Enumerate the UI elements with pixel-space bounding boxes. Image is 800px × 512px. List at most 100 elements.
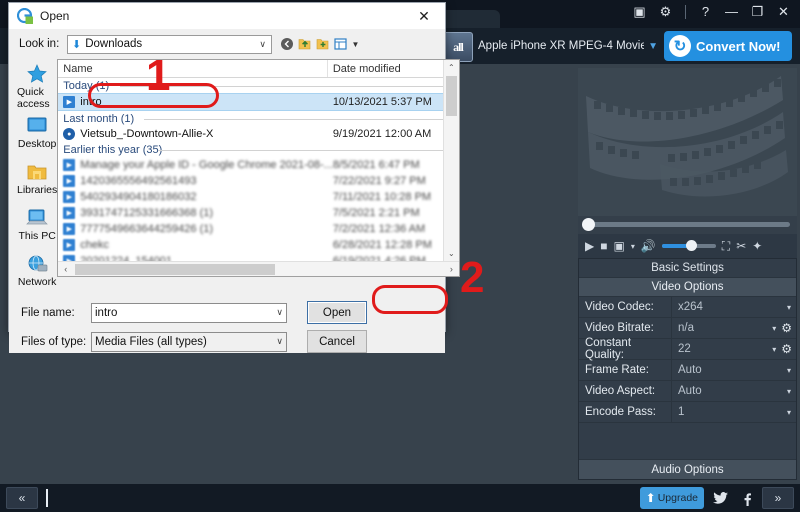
chevron-down-icon[interactable]: ▾ bbox=[772, 345, 781, 354]
snapshot-dropdown-icon[interactable]: ▾ bbox=[631, 242, 635, 251]
setting-row-video-codec[interactable]: Video Codec: x264 ▾ bbox=[579, 297, 796, 318]
screen-icon[interactable]: ▣ bbox=[631, 3, 648, 20]
dialog-close-button[interactable]: ✕ bbox=[407, 4, 441, 28]
volume-icon[interactable]: 🔊 bbox=[641, 239, 656, 253]
twitter-icon[interactable] bbox=[710, 488, 730, 508]
maximize-icon[interactable]: ❐ bbox=[749, 3, 766, 20]
scrollbar-thumb[interactable] bbox=[75, 263, 276, 275]
setting-row-video-aspect[interactable]: Video Aspect: Auto ▾ bbox=[579, 381, 796, 402]
setting-value[interactable]: Auto ▾ bbox=[671, 360, 796, 380]
play-icon[interactable]: ▶ bbox=[585, 239, 594, 253]
scroll-up-icon[interactable]: ⌃ bbox=[444, 60, 459, 75]
chevron-down-icon[interactable]: ∨ bbox=[276, 336, 283, 347]
table-row[interactable]: ● Vietsub_-Downtown-Allie-X 9/19/2021 12… bbox=[58, 126, 459, 142]
new-folder-icon[interactable] bbox=[315, 37, 330, 52]
cut-icon[interactable]: ✂ bbox=[736, 239, 746, 253]
file-name-label: File name: bbox=[21, 306, 75, 319]
seek-track[interactable] bbox=[590, 222, 790, 227]
setting-value[interactable]: n/a ▾ ⚙ bbox=[671, 318, 796, 338]
file-type-value: Media Files (all types) bbox=[95, 335, 207, 348]
scroll-down-icon[interactable]: ⌄ bbox=[444, 246, 459, 261]
table-row[interactable]: ▶ intro 10/13/2021 5:37 PM bbox=[58, 93, 459, 111]
table-row[interactable]: ▶ chekc 6/28/2021 12:28 PM bbox=[58, 237, 459, 253]
column-header-name[interactable]: Name bbox=[58, 60, 328, 77]
file-group-header[interactable]: Earlier this year (35) bbox=[58, 142, 459, 157]
gear-icon[interactable]: ⚙ bbox=[781, 342, 796, 356]
chevron-down-icon[interactable]: ▾ bbox=[787, 303, 796, 312]
setting-row-video-bitrate[interactable]: Video Bitrate: n/a ▾ ⚙ bbox=[579, 318, 796, 339]
up-one-level-icon[interactable] bbox=[297, 37, 312, 52]
table-row[interactable]: ▶ 5402934904180186032 7/11/2021 10:28 PM bbox=[58, 189, 459, 205]
table-row[interactable]: ▶ 1420365556492561493 7/22/2021 9:27 PM bbox=[58, 173, 459, 189]
scroll-left-icon[interactable]: ‹ bbox=[58, 264, 73, 274]
setting-value[interactable]: 1 ▾ bbox=[671, 402, 796, 422]
chevron-down-icon[interactable]: ▾ bbox=[772, 324, 781, 333]
chevron-down-icon[interactable]: ▾ bbox=[787, 387, 796, 396]
sidebar-item-this-pc[interactable]: This PC bbox=[17, 201, 57, 247]
chevron-down-icon[interactable]: ∨ bbox=[276, 307, 283, 318]
help-icon[interactable]: ? bbox=[697, 3, 714, 20]
video-options-header[interactable]: Video Options bbox=[579, 277, 796, 297]
setting-row-encode-pass[interactable]: Encode Pass: 1 ▾ bbox=[579, 402, 796, 423]
volume-handle[interactable] bbox=[685, 240, 697, 251]
gear-icon[interactable]: ⚙ bbox=[781, 321, 796, 335]
gear-icon[interactable]: ⚙ bbox=[657, 3, 674, 20]
setting-value[interactable]: 22 ▾ ⚙ bbox=[671, 339, 796, 359]
volume-slider[interactable] bbox=[661, 240, 716, 251]
up-arrow-icon: ⬆ bbox=[645, 491, 656, 505]
scroll-right-icon[interactable]: › bbox=[444, 264, 459, 274]
file-group-header[interactable]: Last month (1) bbox=[58, 111, 459, 126]
star-icon bbox=[24, 63, 50, 85]
column-header-date[interactable]: Date modified bbox=[328, 60, 459, 77]
table-row[interactable]: ▶ 7777549663644259426 (1) 7/2/2021 12:36… bbox=[58, 221, 459, 237]
file-name-input[interactable]: intro ∨ bbox=[91, 302, 287, 323]
sidebar-item-quick-access[interactable]: Quick access bbox=[17, 63, 57, 110]
setting-value[interactable]: x264 ▾ bbox=[671, 297, 796, 317]
setting-label: Constant Quality: bbox=[585, 337, 632, 361]
table-row[interactable]: ▶ 3931747125331666368 (1) 7/5/2021 2:21 … bbox=[58, 205, 459, 221]
convert-now-button[interactable]: ↻ Convert Now! bbox=[664, 31, 792, 61]
vertical-scrollbar[interactable]: ⌃ ⌄ bbox=[442, 60, 459, 261]
snapshot-icon[interactable]: ▣ bbox=[613, 239, 624, 253]
format-profile-icon[interactable]: all bbox=[443, 32, 473, 62]
chevron-down-icon[interactable]: ▾ bbox=[787, 366, 796, 375]
desktop-icon bbox=[24, 115, 50, 137]
sidebar-item-desktop[interactable]: Desktop bbox=[17, 109, 57, 155]
file-type-dropdown[interactable]: Media Files (all types) ∨ bbox=[91, 331, 287, 352]
text-cursor bbox=[46, 489, 48, 507]
expand-button[interactable]: » bbox=[762, 487, 794, 509]
setting-value[interactable]: Auto ▾ bbox=[671, 381, 796, 401]
setting-row-frame-rate[interactable]: Frame Rate: Auto ▾ bbox=[579, 360, 796, 381]
close-icon[interactable]: ✕ bbox=[775, 3, 792, 20]
table-row[interactable]: ▶ Manage your Apple ID - Google Chrome 2… bbox=[58, 157, 459, 173]
chevron-down-icon[interactable]: ▾ bbox=[787, 408, 796, 417]
setting-row-constant-quality[interactable]: Constant Quality: 22 ▾ ⚙ bbox=[579, 337, 796, 361]
effects-icon[interactable]: ✦ bbox=[752, 239, 762, 253]
file-icon: ▶ bbox=[63, 96, 76, 108]
dialog-title: Open bbox=[40, 9, 70, 23]
scrollbar-thumb[interactable] bbox=[445, 76, 457, 116]
chevron-down-icon[interactable]: ∨ bbox=[259, 39, 269, 50]
seek-handle[interactable] bbox=[582, 218, 595, 231]
file-list[interactable]: Name Date modified Today (1) ▶ intro 10/… bbox=[57, 59, 460, 277]
horizontal-scrollbar[interactable]: ‹ › bbox=[58, 261, 459, 276]
cancel-button[interactable]: Cancel bbox=[307, 330, 367, 353]
file-group-header[interactable]: Today (1) bbox=[58, 78, 459, 93]
collapse-button[interactable]: « bbox=[6, 487, 38, 509]
output-format-dropdown[interactable]: Apple iPhone XR MPEG-4 Movie (*.m... ▼ bbox=[478, 34, 658, 58]
sidebar-item-libraries[interactable]: Libraries bbox=[17, 155, 57, 201]
star-glyph bbox=[27, 63, 47, 83]
fullscreen-icon[interactable]: ⛶ bbox=[722, 239, 730, 254]
view-mode-caret-icon[interactable]: ▼ bbox=[351, 37, 360, 52]
upgrade-button[interactable]: ⬆ Upgrade bbox=[639, 487, 704, 509]
minimize-icon[interactable]: — bbox=[723, 3, 740, 20]
sidebar-item-network[interactable]: Network bbox=[17, 247, 57, 293]
look-in-dropdown[interactable]: ⬇ Downloads ∨ bbox=[67, 34, 272, 54]
seek-bar-row[interactable] bbox=[578, 216, 797, 234]
view-mode-icon[interactable] bbox=[333, 37, 348, 52]
back-icon[interactable] bbox=[279, 37, 294, 52]
stop-icon[interactable]: ■ bbox=[600, 239, 607, 253]
open-button[interactable]: Open bbox=[307, 301, 367, 324]
facebook-icon[interactable] bbox=[736, 488, 756, 508]
audio-options-header[interactable]: Audio Options bbox=[579, 459, 796, 479]
